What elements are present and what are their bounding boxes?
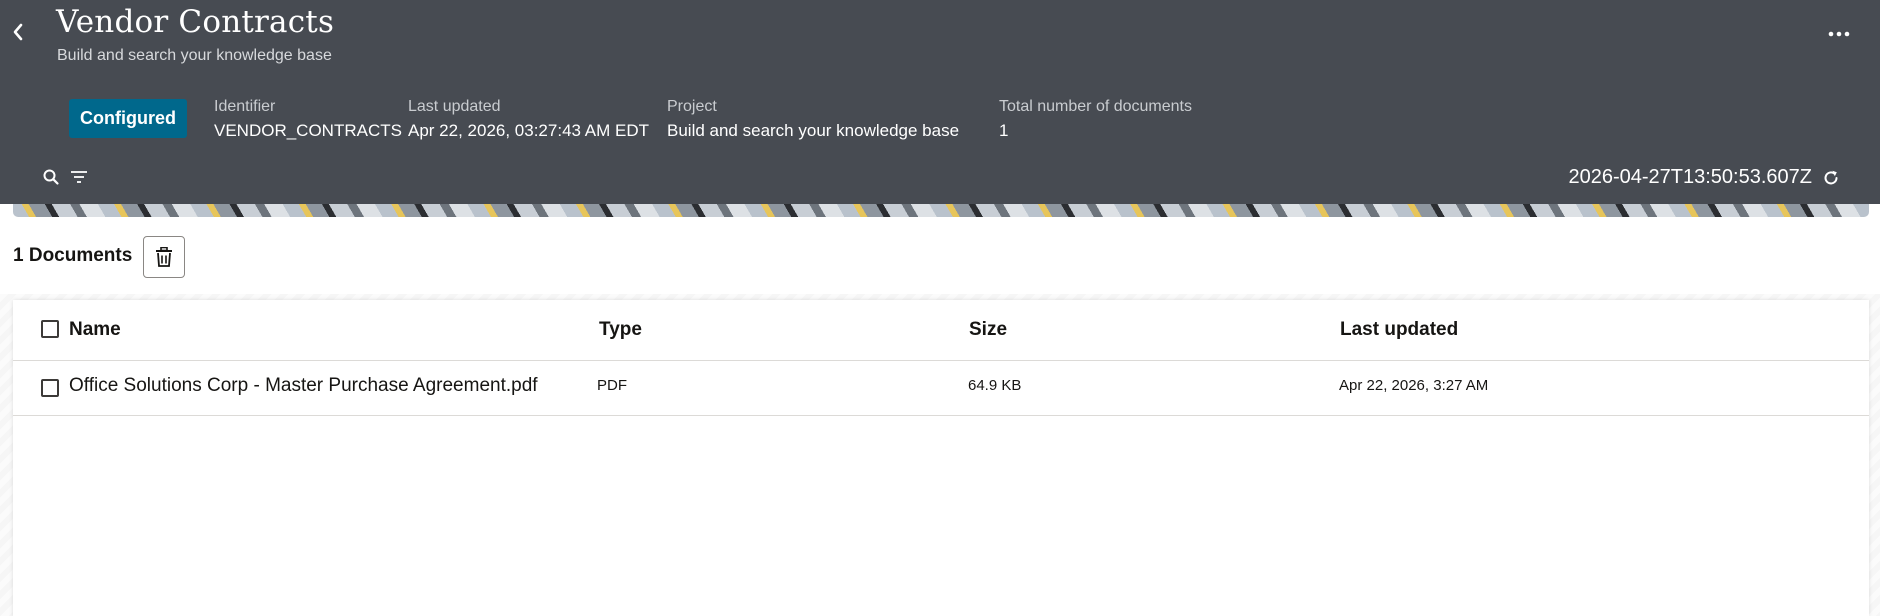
- row-checkbox[interactable]: [41, 379, 59, 397]
- select-all-checkbox[interactable]: [41, 320, 59, 338]
- meta-project: Project Build and search your knowledge …: [667, 97, 959, 142]
- meta-value: Apr 22, 2026, 03:27:43 AM EDT: [408, 121, 649, 140]
- meta-total-documents: Total number of documents 1: [999, 97, 1192, 142]
- chevron-left-icon: [13, 23, 23, 41]
- document-type: PDF: [597, 377, 627, 394]
- page-title: Vendor Contracts: [56, 4, 335, 40]
- column-header-name[interactable]: Name: [69, 319, 121, 341]
- more-horizontal-icon: [1828, 31, 1850, 37]
- column-header-type[interactable]: Type: [599, 319, 642, 341]
- table-row[interactable]: Office Solutions Corp - Master Purchase …: [13, 361, 1869, 416]
- search-button[interactable]: [40, 166, 62, 188]
- meta-value: Build and search your knowledge base: [667, 121, 960, 140]
- more-actions-button[interactable]: [1824, 20, 1854, 48]
- documents-table: Name Type Size Last updated Office Solut…: [13, 300, 1869, 616]
- documents-count: 1 Documents: [13, 245, 133, 266]
- refresh-button[interactable]: [1818, 166, 1844, 190]
- meta-identifier: Identifier VENDOR_CONTRACTS: [214, 97, 402, 142]
- meta-label: Project: [667, 98, 717, 115]
- decorative-pattern-band: [13, 204, 1869, 217]
- page-subtitle: Build and search your knowledge base: [57, 47, 332, 64]
- document-size: 64.9 KB: [968, 377, 1022, 394]
- back-button[interactable]: [4, 16, 32, 48]
- search-icon: [43, 169, 59, 185]
- meta-value: 1: [999, 121, 1009, 140]
- meta-value: VENDOR_CONTRACTS: [214, 121, 402, 140]
- meta-label: Identifier: [214, 98, 276, 115]
- page-header: Vendor Contracts Build and search your k…: [0, 0, 1880, 204]
- document-name[interactable]: Office Solutions Corp - Master Purchase …: [69, 375, 538, 397]
- table-header: Name Type Size Last updated: [13, 300, 1869, 361]
- document-last-updated: Apr 22, 2026, 3:27 AM: [1339, 377, 1489, 394]
- column-header-last-updated[interactable]: Last updated: [1340, 319, 1458, 341]
- filter-icon: [71, 171, 87, 183]
- delete-documents-button[interactable]: [143, 236, 185, 278]
- meta-label: Total number of documents: [999, 98, 1192, 115]
- status-badge: Configured: [69, 99, 187, 138]
- refresh-icon: [1824, 170, 1838, 185]
- filter-button[interactable]: [67, 166, 91, 188]
- meta-last-updated: Last updated Apr 22, 2026, 03:27:43 AM E…: [408, 97, 649, 142]
- meta-label: Last updated: [408, 98, 501, 115]
- column-header-size[interactable]: Size: [969, 319, 1007, 341]
- trash-icon: [156, 247, 172, 267]
- refresh-timestamp: 2026-04-27T13:50:53.607Z: [1568, 166, 1812, 188]
